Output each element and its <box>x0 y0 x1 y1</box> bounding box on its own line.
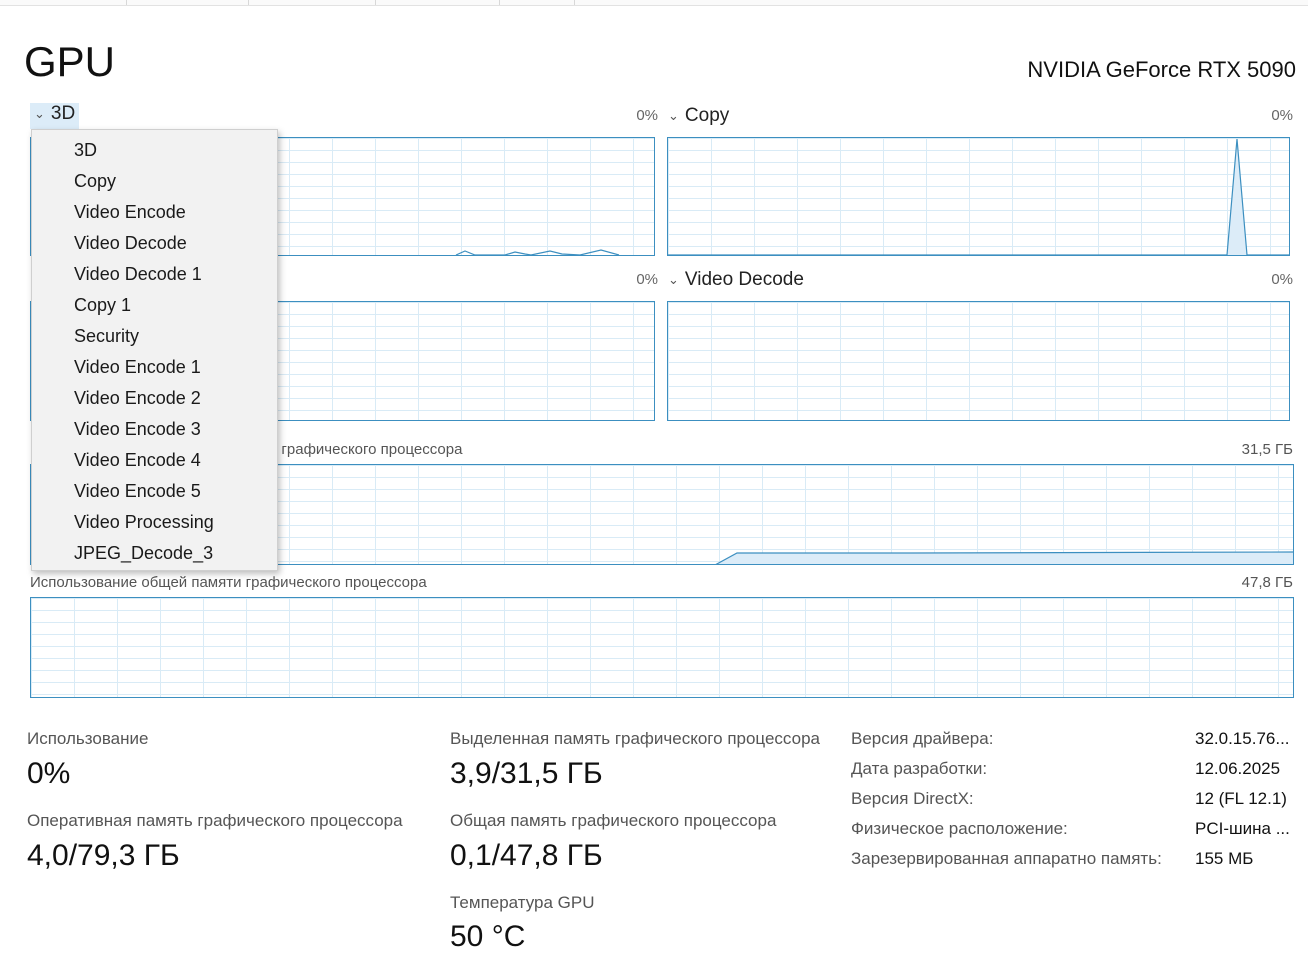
directx-version-key: Версия DirectX: <box>851 789 974 808</box>
engine-graph-video-decode <box>667 301 1290 421</box>
dedicated-memory-graph-max: 31,5 ГБ <box>1241 441 1293 458</box>
chevron-down-icon: ⌄ <box>34 106 45 121</box>
engine-percent: 0% <box>636 107 658 124</box>
dedicated-memory-value: 3,9/31,5 ГБ <box>450 757 603 790</box>
shared-memory-graph <box>30 597 1294 698</box>
chevron-down-icon: ⌄ <box>668 108 679 123</box>
dropdown-option[interactable]: Video Encode 3 <box>32 414 277 445</box>
dropdown-option[interactable]: Video Encode <box>32 197 277 228</box>
shared-memory-label: Общая память графического процессора <box>450 811 777 830</box>
gpu-temperature-label: Температура GPU <box>450 893 595 912</box>
dropdown-option[interactable]: Copy <box>32 166 277 197</box>
dedicated-memory-graph-label: ти графического процессора <box>262 441 463 458</box>
driver-date-value: 12.06.2025 <box>1195 759 1281 778</box>
engine-percent: 0% <box>1271 107 1293 124</box>
dropdown-option[interactable]: Video Decode 1 <box>32 259 277 290</box>
dropdown-option[interactable]: 3D <box>32 135 277 166</box>
dropdown-option[interactable]: Video Encode 1 <box>32 352 277 383</box>
engine-selector-4[interactable]: ⌄ Video Decode <box>668 269 804 291</box>
shared-memory-value: 0,1/47,8 ГБ <box>450 839 603 872</box>
usage-value: 0% <box>27 757 71 790</box>
dropdown-option[interactable]: JPEG_Decode_3 <box>32 538 277 569</box>
dropdown-option[interactable]: Video Encode 5 <box>32 476 277 507</box>
engine-selector-1[interactable]: ⌄ 3D <box>30 103 80 129</box>
device-name: NVIDIA GeForce RTX 5090 <box>1027 57 1296 82</box>
engine-selector-label: 3D <box>50 103 76 124</box>
dropdown-option[interactable]: Video Encode 4 <box>32 445 277 476</box>
engine-graph-copy-line <box>668 138 1289 255</box>
reserved-memory-value: 155 МБ <box>1195 849 1254 868</box>
engine-dropdown-list[interactable]: 3D Copy Video Encode Video Decode Video … <box>31 129 278 571</box>
chevron-down-icon: ⌄ <box>668 272 679 287</box>
driver-date-key: Дата разработки: <box>851 759 988 778</box>
dropdown-option[interactable]: Copy 1 <box>32 290 277 321</box>
dropdown-option[interactable]: Video Processing <box>32 507 277 538</box>
shared-memory-graph-label: Использование общей памяти графического … <box>30 574 427 591</box>
directx-version-value: 12 (FL 12.1) <box>1195 789 1287 808</box>
dropdown-option[interactable]: Video Encode 2 <box>32 383 277 414</box>
engine-graph-copy <box>667 137 1290 256</box>
dropdown-option[interactable]: Video Decode <box>32 228 277 259</box>
physical-location-key: Физическое расположение: <box>851 819 1068 838</box>
tab-strip <box>0 0 1308 6</box>
dedicated-memory-label: Выделенная память графического процессор… <box>450 729 820 748</box>
engine-percent: 0% <box>1271 271 1293 288</box>
physical-location-value: PCI-шина ... <box>1195 819 1290 838</box>
gpu-ram-label: Оперативная память графического процессо… <box>27 811 403 830</box>
engine-selector-label: Copy <box>684 105 730 126</box>
gpu-temperature-value: 50 °C <box>450 920 526 953</box>
driver-version-key: Версия драйвера: <box>851 729 994 748</box>
shared-memory-graph-max: 47,8 ГБ <box>1241 574 1293 591</box>
reserved-memory-key: Зарезервированная аппаратно память: <box>851 849 1162 868</box>
usage-label: Использование <box>27 729 149 748</box>
gpu-ram-value: 4,0/79,3 ГБ <box>27 839 180 872</box>
page-title: GPU <box>24 38 116 85</box>
engine-selector-label: Video Decode <box>684 269 804 290</box>
engine-percent: 0% <box>636 271 658 288</box>
engine-selector-2[interactable]: ⌄ Copy <box>668 105 729 127</box>
dropdown-option[interactable]: Security <box>32 321 277 352</box>
driver-version-value: 32.0.15.76... <box>1195 729 1290 748</box>
